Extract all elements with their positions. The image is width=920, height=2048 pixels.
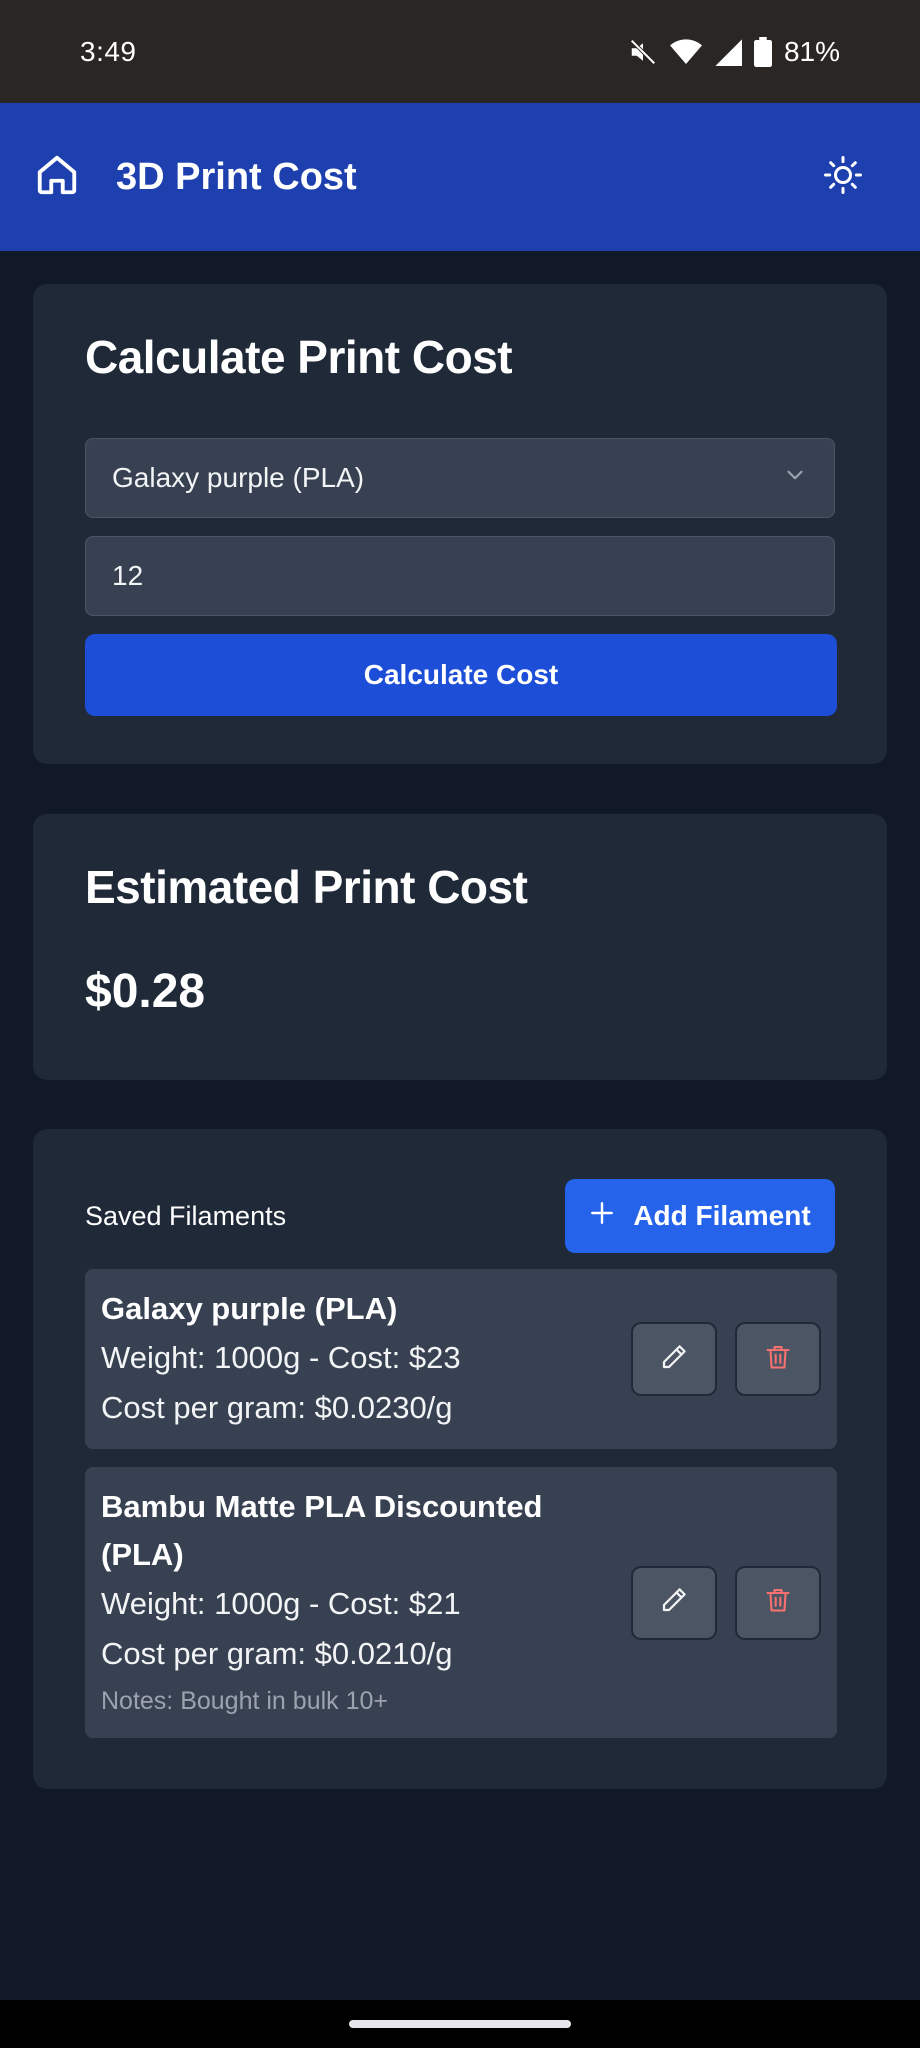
result-card: Estimated Print Cost $0.28 [33, 814, 887, 1080]
edit-filament-button[interactable] [631, 1322, 717, 1396]
saved-filaments-card: Saved Filaments Add Filament Galaxy purp… [33, 1129, 887, 1789]
home-gesture-handle[interactable] [349, 2020, 571, 2028]
filament-info: Bambu Matte PLA Discounted (PLA) Weight:… [101, 1483, 571, 1723]
mute-icon [628, 37, 658, 67]
trash-icon [764, 1342, 792, 1377]
add-filament-button[interactable]: Add Filament [565, 1179, 835, 1253]
navigation-bar [0, 2000, 920, 2048]
add-filament-label: Add Filament [633, 1200, 811, 1231]
filament-cost-per-gram: Cost per gram: $0.0210/g [101, 1635, 453, 1671]
filament-notes: Notes: Bought in bulk 10+ [101, 1686, 388, 1715]
pencil-icon [659, 1342, 689, 1377]
filament-select[interactable]: Galaxy purple (PLA) [85, 438, 835, 518]
trash-icon [764, 1585, 792, 1620]
filament-actions [631, 1565, 821, 1640]
filament-info: Galaxy purple (PLA) Weight: 1000g - Cost… [101, 1285, 571, 1433]
app-bar: 3D Print Cost [0, 103, 920, 251]
filament-actions [631, 1322, 821, 1396]
filament-weight-cost: Weight: 1000g - Cost: $21 [101, 1585, 461, 1621]
signal-icon [714, 37, 742, 67]
battery-level: 81% [783, 35, 840, 67]
calculate-card: Calculate Print Cost Galaxy purple (PLA)… [33, 284, 887, 764]
filament-name: Bambu Matte PLA Discounted (PLA) [101, 1488, 543, 1572]
filament-cost-per-gram: Cost per gram: $0.0230/g [101, 1390, 453, 1425]
home-button[interactable] [34, 154, 80, 200]
sun-icon [823, 155, 863, 200]
result-title: Estimated Print Cost [85, 861, 528, 913]
filament-weight-cost: Weight: 1000g - Cost: $23 [101, 1340, 461, 1375]
calculate-cost-button[interactable]: Calculate Cost [85, 634, 837, 716]
filament-name: Galaxy purple (PLA) [101, 1291, 398, 1326]
plus-icon [589, 1200, 615, 1233]
chevron-down-icon [782, 462, 808, 495]
pencil-icon [659, 1585, 689, 1620]
status-time: 3:49 [80, 35, 137, 67]
app-title: 3D Print Cost [116, 155, 357, 198]
theme-toggle-button[interactable] [818, 152, 868, 202]
home-icon [34, 152, 80, 203]
weight-input[interactable] [85, 536, 835, 616]
delete-filament-button[interactable] [735, 1565, 821, 1640]
delete-filament-button[interactable] [735, 1322, 821, 1396]
calculate-title: Calculate Print Cost [85, 331, 513, 383]
edit-filament-button[interactable] [631, 1565, 717, 1640]
saved-filaments-title: Saved Filaments [85, 1200, 287, 1231]
status-icons: 81% [628, 36, 840, 68]
battery-icon [753, 36, 772, 67]
status-bar: 3:49 81% [0, 0, 920, 103]
estimated-cost-value: $0.28 [85, 965, 206, 1018]
saved-filaments-header: Saved Filaments Add Filament [85, 1179, 835, 1253]
wifi-icon [669, 37, 702, 67]
filament-item: Galaxy purple (PLA) Weight: 1000g - Cost… [85, 1269, 837, 1449]
filament-item: Bambu Matte PLA Discounted (PLA) Weight:… [85, 1467, 837, 1738]
filament-select-value: Galaxy purple (PLA) [112, 462, 365, 493]
